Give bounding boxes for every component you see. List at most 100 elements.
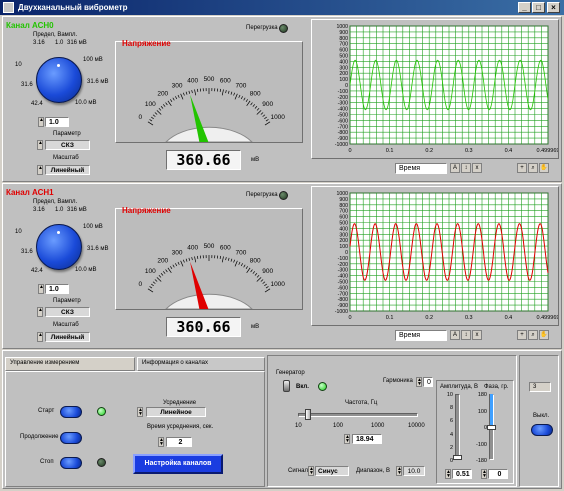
range-selector-arrows[interactable]: ▲ ▼ bbox=[396, 466, 402, 476]
pan-tool-icon[interactable]: ✋ bbox=[539, 330, 549, 340]
phase-stepper[interactable]: ▲ ▼ bbox=[481, 469, 487, 479]
meter-tick-mark bbox=[246, 267, 251, 274]
meter-tick-mark bbox=[238, 261, 241, 265]
pan-tool-icon[interactable]: ✋ bbox=[539, 163, 549, 173]
axis-scale-button[interactable]: ↕ bbox=[461, 163, 471, 173]
scale-selector[interactable]: Линейный bbox=[45, 332, 90, 342]
tab-channel-info[interactable]: Информация о каналах bbox=[137, 357, 265, 371]
param-selector-arrows[interactable]: ▲ bbox=[37, 140, 43, 150]
range-tick: 31.6 мВ bbox=[87, 246, 109, 252]
range-stepper[interactable]: ▲ bbox=[38, 284, 44, 294]
meter-tick-mark bbox=[260, 112, 264, 115]
knob-pointer bbox=[57, 64, 60, 67]
close-button[interactable]: × bbox=[547, 2, 560, 13]
frequency-stepper[interactable]: ▲ ▼ bbox=[344, 434, 350, 444]
scale-selector[interactable]: Линейный bbox=[45, 165, 90, 175]
meter-tick-mark bbox=[264, 116, 267, 120]
axis-lock-button[interactable]: x bbox=[472, 330, 482, 340]
avg-time-stepper[interactable]: ▲ ▼ bbox=[158, 437, 164, 447]
meter-tick-mark bbox=[221, 89, 224, 96]
x-axis-name-field: Время bbox=[395, 163, 447, 174]
amplitude-stepper[interactable]: ▲ ▼ bbox=[445, 469, 451, 479]
meter-tick-mark bbox=[167, 267, 172, 274]
axis-lock-button[interactable]: x bbox=[472, 163, 482, 173]
meter-tick-mark bbox=[185, 91, 188, 95]
meter-tick-mark bbox=[180, 260, 184, 267]
channel-settings-button[interactable]: Настройка каналов bbox=[133, 454, 223, 474]
zoom-tool-icon[interactable]: ⌕ bbox=[528, 330, 538, 340]
range-stepper[interactable]: ▲ bbox=[38, 117, 44, 127]
meter-tick-mark bbox=[194, 89, 197, 96]
signal-selector-arrows[interactable]: ▲ ▼ bbox=[308, 466, 314, 476]
meter-tick-mark bbox=[246, 100, 251, 107]
meter-dial: 0100200 300 400 500 600 700 800900 1000 bbox=[138, 76, 285, 162]
cursor-tool-icon[interactable]: + bbox=[517, 163, 527, 173]
meter-tick-mark bbox=[183, 259, 185, 263]
frequency-slider-thumb[interactable] bbox=[305, 409, 311, 420]
overload-label: Перегрузка bbox=[246, 192, 278, 198]
range-selector[interactable]: 10.0 bbox=[403, 466, 425, 476]
phase-label: Фаза, гр. bbox=[484, 384, 509, 390]
harmonic-stepper[interactable]: ▲ ▼ bbox=[416, 377, 422, 387]
amplitude-field[interactable]: 0.51 bbox=[452, 469, 472, 479]
axis-scale-button[interactable]: ↕ bbox=[461, 330, 471, 340]
meter-tick-mark bbox=[234, 260, 238, 267]
scale-selector-arrows[interactable]: ▲ bbox=[37, 332, 43, 342]
voltage-meter: Напряжение 0 100 200 300 400 500 600 700 800 900 10… bbox=[115, 39, 303, 162]
zoom-tool-icon[interactable]: ⌕ bbox=[528, 163, 538, 173]
param-selector-arrows[interactable]: ▲ bbox=[37, 307, 43, 317]
signal-selector[interactable]: Синус bbox=[315, 466, 349, 476]
stop-indicator-led bbox=[97, 458, 106, 467]
range-knob[interactable] bbox=[36, 224, 82, 270]
channel-0-panel: Канал АСН0 Предел, Вампл. 3.16 1.0 316 мВ 10 1… bbox=[2, 16, 562, 182]
cursor-tool-icon[interactable]: + bbox=[517, 330, 527, 340]
x-tick-label: 0.2 bbox=[425, 148, 433, 154]
start-indicator-led bbox=[97, 407, 106, 416]
axis-format-button[interactable]: A bbox=[450, 330, 460, 340]
meter-tick-mark bbox=[225, 257, 227, 261]
meter-tick-label: 300 bbox=[172, 250, 183, 257]
range-field[interactable]: 1.0 bbox=[45, 117, 69, 127]
meter-tick-mark bbox=[149, 119, 153, 122]
exit-button[interactable] bbox=[531, 424, 553, 436]
x-axis-name-field: Время bbox=[395, 330, 447, 341]
range-field[interactable]: 1.0 bbox=[45, 284, 69, 294]
averaging-selector-arrows[interactable]: ▲ ▼ bbox=[137, 407, 143, 417]
start-button[interactable] bbox=[60, 406, 82, 418]
range-tick: 31.6 bbox=[21, 82, 33, 88]
minimize-button[interactable]: _ bbox=[518, 2, 531, 13]
range-knob[interactable] bbox=[36, 57, 82, 103]
axis-format-button[interactable]: A bbox=[450, 163, 460, 173]
frequency-slider-track[interactable] bbox=[298, 413, 418, 417]
tab-measurement-control[interactable]: Управление измерением bbox=[5, 357, 135, 371]
range-tick: 10 bbox=[15, 229, 22, 235]
meter-tick-mark bbox=[149, 286, 153, 289]
avg-time-field[interactable]: 2 bbox=[166, 437, 192, 447]
amplitude-slider-thumb[interactable] bbox=[453, 455, 462, 460]
maximize-button[interactable]: □ bbox=[532, 2, 545, 13]
meter-tick-mark bbox=[245, 99, 248, 102]
amplitude-slider-track[interactable] bbox=[455, 394, 460, 460]
stop-button[interactable] bbox=[60, 457, 82, 469]
scale-label: Масштаб bbox=[53, 322, 79, 328]
phase-slider-thumb[interactable] bbox=[487, 425, 496, 430]
overload-led bbox=[279, 191, 288, 200]
meter-unit: мВ bbox=[251, 324, 260, 330]
range-tick: 10.0 мВ bbox=[75, 267, 97, 273]
averaging-selector[interactable]: Линейное bbox=[146, 407, 206, 417]
meter-tick-mark bbox=[264, 121, 271, 126]
phase-field[interactable]: 0 bbox=[488, 469, 508, 479]
generator-toggle-switch[interactable] bbox=[283, 380, 290, 392]
frequency-label: Частота, Гц bbox=[345, 400, 378, 406]
amplitude-tick: 6 bbox=[449, 418, 453, 425]
scale-selector-arrows[interactable]: ▲ bbox=[37, 165, 43, 175]
param-selector[interactable]: СКЗ bbox=[45, 140, 90, 150]
meter-tick-mark bbox=[262, 281, 266, 284]
continue-button[interactable] bbox=[60, 432, 82, 444]
meter-tick-mark bbox=[154, 112, 158, 115]
meter-tick-mark bbox=[162, 271, 166, 274]
range-tick: 3.16 bbox=[33, 40, 45, 46]
frequency-field[interactable]: 18.94 bbox=[352, 434, 382, 444]
harmonic-field[interactable]: 0 bbox=[423, 377, 433, 387]
param-selector[interactable]: СКЗ bbox=[45, 307, 90, 317]
